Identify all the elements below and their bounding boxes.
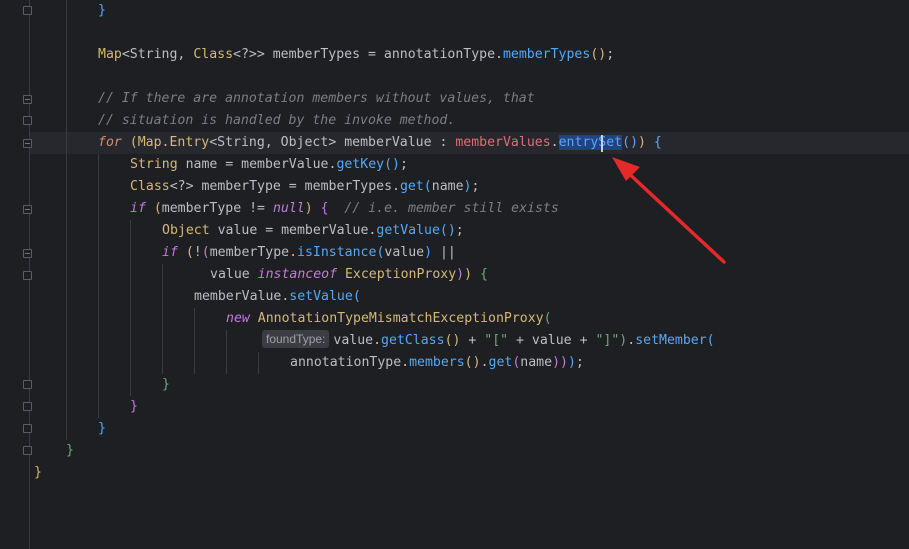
arrow-shaft [622, 167, 726, 264]
annotation-arrow-icon [612, 157, 726, 264]
arrow-head [612, 157, 640, 181]
